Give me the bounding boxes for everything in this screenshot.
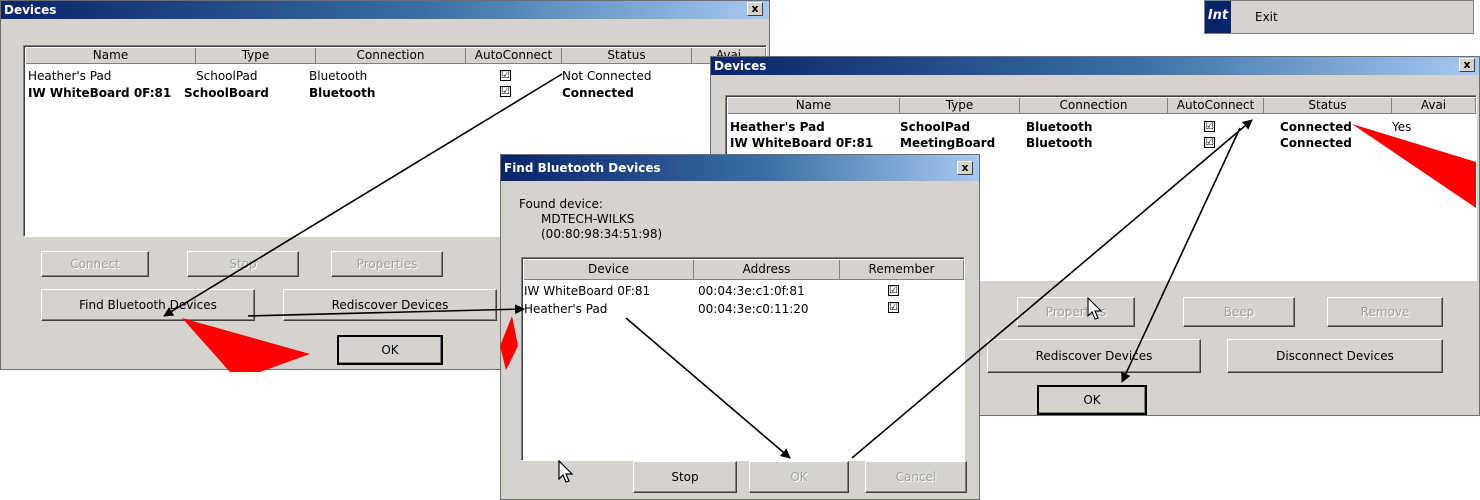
red-pointer-wedge [182, 318, 310, 372]
red-pointer-wedge [1352, 124, 1476, 208]
mouse-pointer-icon [1087, 296, 1103, 320]
arrow-line [247, 304, 525, 317]
arrow-line [163, 73, 563, 317]
arrow-line [851, 119, 1253, 459]
annotation-overlay [163, 73, 1476, 459]
arrow-line [625, 317, 791, 459]
red-pointer-wedge [500, 316, 518, 370]
arrow-line [1121, 127, 1241, 383]
